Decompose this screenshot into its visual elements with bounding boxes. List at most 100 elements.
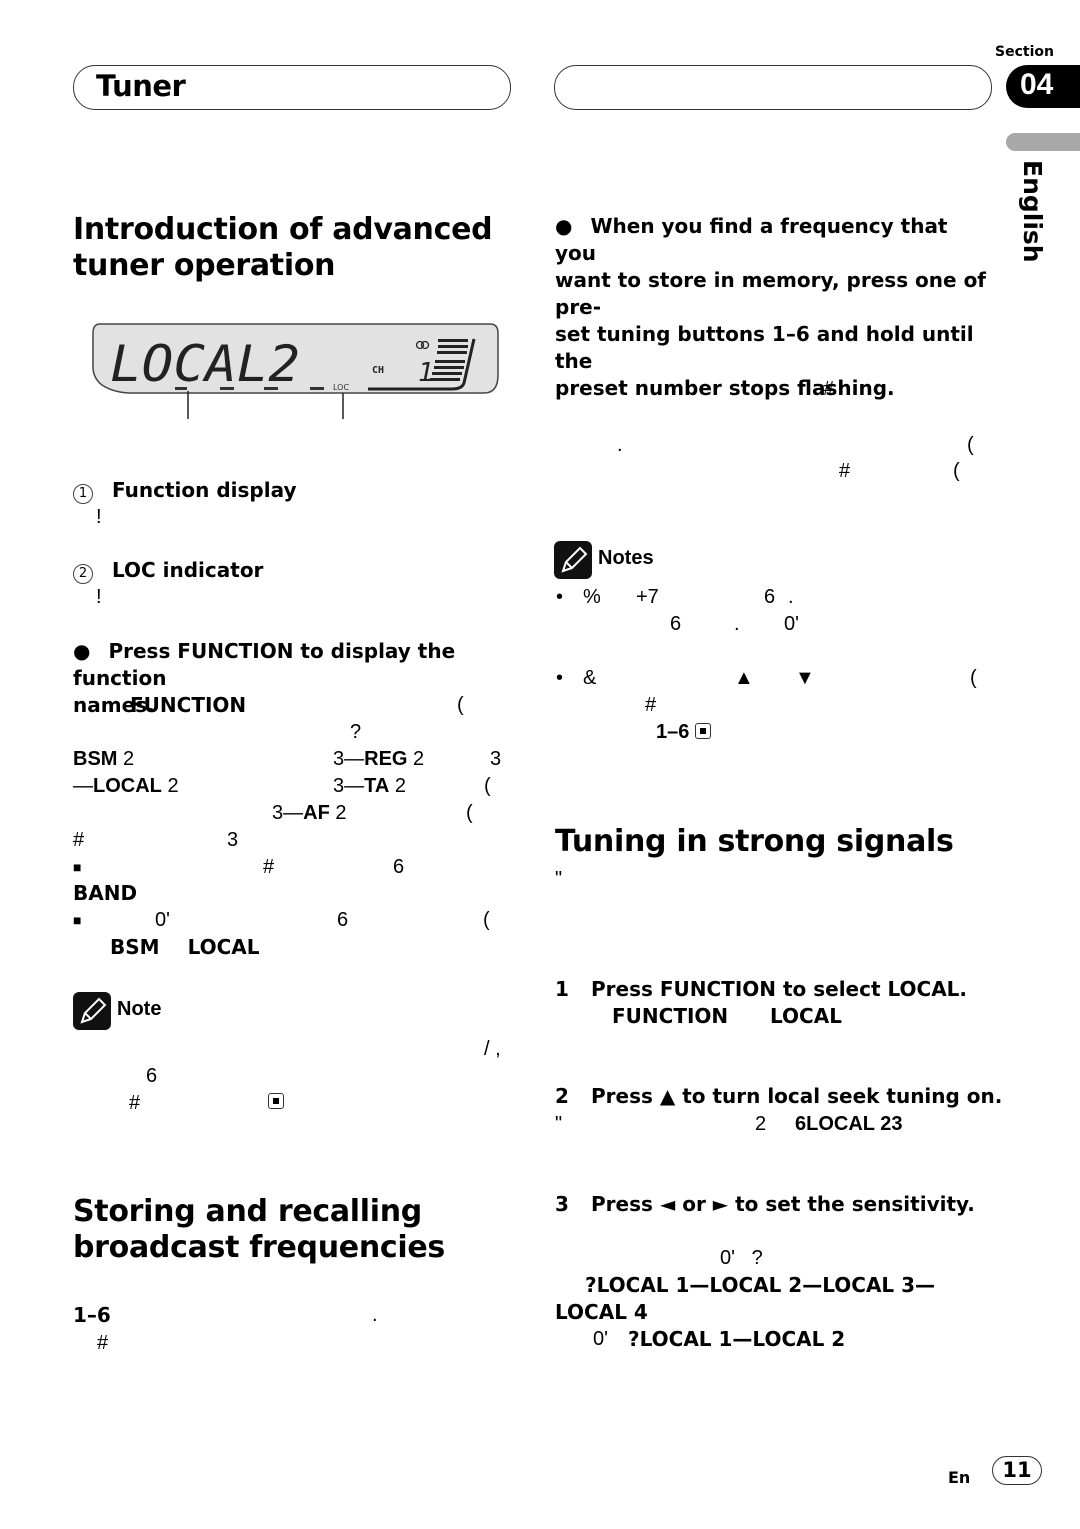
instruction-line: When you find a frequency that you [555, 214, 948, 265]
frag-hash: # [263, 856, 275, 878]
frag-paren: ( [953, 460, 960, 482]
frag-row-bsm: BSM 2 [73, 746, 134, 773]
frag-paren: ( [457, 694, 464, 716]
up-arrow-icon: ▲ [734, 667, 754, 689]
page-title: Tuner [96, 69, 186, 103]
frag-local: LOCAL [770, 1004, 842, 1028]
step-text: Press ◄ or ► to set the sensitivity. [591, 1192, 975, 1216]
step-number: 3 [555, 1192, 569, 1216]
step-2: 2 Press ▲ to turn local seek tuning on. [555, 1083, 1002, 1110]
bullet-icon: • [556, 667, 564, 689]
frag-dot: . [617, 434, 623, 456]
frag-bsm: BSM [73, 748, 118, 770]
frag-af: AF [303, 802, 330, 824]
down-arrow-icon: ▼ [795, 667, 815, 689]
frag-quote: " [555, 868, 563, 890]
square-bullet-icon: ■ [73, 859, 82, 875]
notes-item-1: • % +7 6 . 6 . 0' [556, 584, 996, 640]
frag-function: FUNCTION [612, 1004, 729, 1028]
frag-num: 2 [755, 1113, 767, 1135]
frag-local: LOCAL [93, 775, 162, 797]
section-title-bar: Tuner [73, 65, 511, 110]
frag-hash: # [839, 460, 851, 482]
bullet-icon: ● [73, 639, 91, 663]
frag-dot: . [372, 1304, 378, 1326]
frag-bsm: BSM [110, 935, 160, 959]
lcd-main-text: LOCAL2 [110, 335, 300, 393]
bullet-icon: ● [555, 214, 573, 238]
heading-line: Storing and recalling [73, 1194, 422, 1229]
frag-num: 2 [167, 775, 179, 797]
frag-quote: " [555, 1113, 563, 1135]
notes-pencil-icon [554, 541, 592, 579]
frag-paren: ( [967, 434, 974, 456]
lcd-loc-label: LOC [333, 383, 349, 392]
frag-paren: ( [484, 775, 491, 797]
callout-sub: ! [96, 506, 102, 528]
frag-band: BAND [73, 881, 138, 905]
lcd-svg: LOCAL2 CH 1 LOC [92, 323, 499, 419]
heading-line: broadcast frequencies [73, 1230, 445, 1265]
callout-sub: ! [96, 586, 102, 608]
frag-row-ta: 3—TA 2 [333, 773, 406, 800]
notes-label: Notes [598, 547, 654, 569]
callout-function-display: 1 Function display [73, 477, 297, 504]
frag-dash: — [73, 775, 93, 797]
frag: 6 [670, 613, 682, 635]
step-number: 2 [555, 1084, 569, 1108]
footer-lang-code: En [948, 1468, 971, 1487]
section-number: 04 [1006, 65, 1080, 108]
frag-num: 6 [146, 1065, 158, 1087]
fm-sensitivity-sequence-end: LOCAL 4 [555, 1300, 648, 1324]
frag: 0' [784, 613, 799, 635]
frag-num: 6 [337, 909, 349, 931]
frag-hash: # [97, 1332, 109, 1354]
stop-symbol-icon [268, 1093, 284, 1112]
frag-function: FUNCTION [130, 693, 247, 717]
heading-tuning: Tuning in strong signals [555, 824, 954, 859]
frag-num: 2 [413, 748, 425, 770]
stop-symbol-icon [694, 723, 711, 739]
language-tab-label: English [1018, 160, 1047, 263]
frag-num: 3 [227, 829, 239, 851]
step-1: 1 Press FUNCTION to select LOCAL. [555, 976, 967, 1003]
frag: +7 [636, 586, 659, 608]
frag-hash: # [645, 694, 657, 716]
lcd-preset-digit: 1 [418, 358, 434, 388]
notes-item-2: • & ▲ ▼ ( # 1–6 [556, 665, 996, 747]
frag-q: ? [350, 721, 362, 743]
frag-local-status: 6LOCAL 23 [795, 1111, 902, 1138]
step-text: Press FUNCTION to select LOCAL. [591, 977, 968, 1001]
frag-bsm-local: BSM LOCAL [110, 934, 260, 961]
frag-reg: REG [364, 748, 408, 770]
lcd-display-illustration: LOCAL2 CH 1 LOC [92, 323, 500, 419]
frag-num: 3— [333, 748, 365, 770]
frag: % [583, 586, 601, 608]
bullet-icon: • [556, 586, 564, 608]
frag-hash: # [129, 1092, 141, 1114]
instruction-line: set tuning buttons 1–6 and hold until th… [555, 322, 974, 373]
frag-local: LOCAL [187, 935, 260, 959]
frag: . [734, 613, 740, 635]
frag-num: 3— [272, 802, 304, 824]
heading-line: Introduction of advanced [73, 212, 493, 247]
instruction-line: preset number stops flashing. [555, 376, 895, 400]
frag-row-reg: 3—REG 2 [333, 746, 424, 773]
heading-storing: Storing and recalling broadcast frequenc… [73, 1194, 445, 1266]
frag-paren: ( [483, 909, 490, 931]
callout-label: LOC indicator [111, 558, 264, 582]
callout-number: 1 [73, 484, 93, 504]
callout-loc-indicator: 2 LOC indicator [73, 557, 263, 584]
step-3: 3 Press ◄ or ► to set the sensitivity. [555, 1191, 975, 1218]
frag-ta: TA [364, 775, 390, 797]
heading-intro: Introduction of advanced tuner operation [73, 212, 493, 284]
section-label: Section [995, 44, 1054, 60]
frag-num: 2 [335, 802, 347, 824]
note-pencil-icon [73, 992, 111, 1030]
heading-line: tuner operation [73, 248, 336, 283]
section-number-text: 04 [1020, 68, 1054, 101]
frag: 6 [764, 586, 776, 608]
fm-sensitivity-sequence: ?LOCAL 1—LOCAL 2—LOCAL 3— [585, 1273, 936, 1297]
instruction-line: want to store in memory, press one of pr… [555, 268, 987, 319]
instruction-line: Press FUNCTION to display the function [73, 639, 456, 690]
